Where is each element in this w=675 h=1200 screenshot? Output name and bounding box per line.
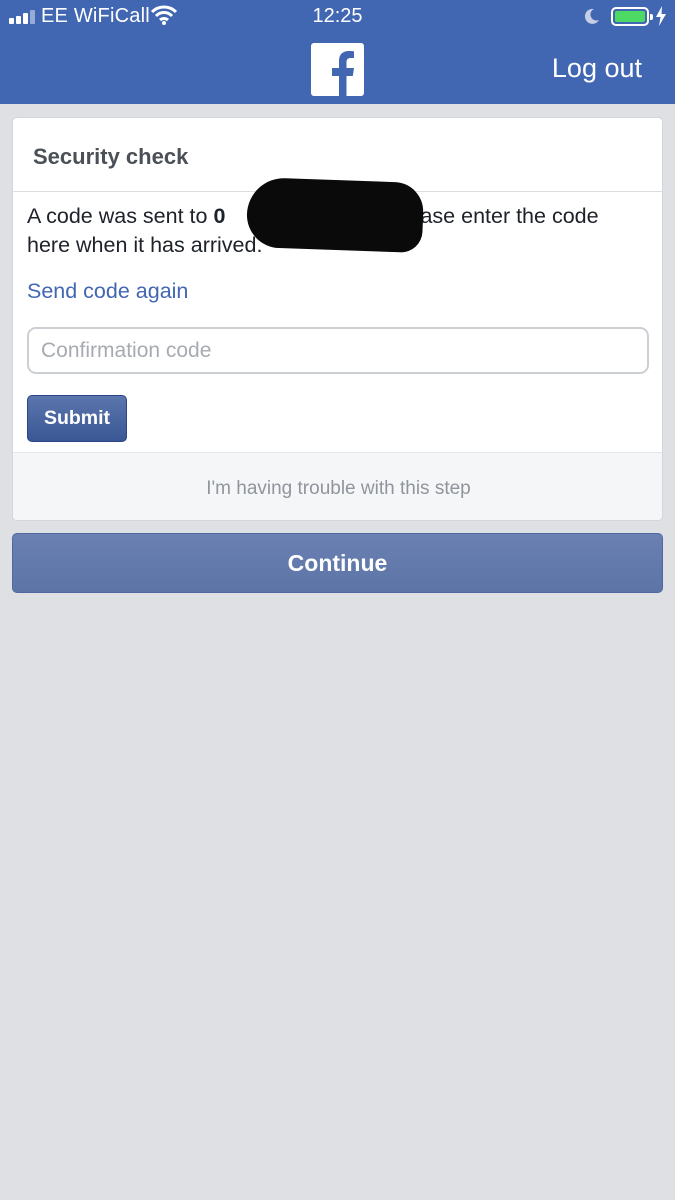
- security-check-card: Security check A code was sent to 0 Plea…: [12, 117, 663, 521]
- logout-link[interactable]: Log out: [552, 53, 642, 84]
- top-bar: EE WiFiCall 12:25 Log out: [0, 0, 675, 104]
- send-code-again-link[interactable]: Send code again: [27, 279, 188, 304]
- redaction-scribble: [245, 176, 425, 254]
- message-prefix: A code was sent to: [27, 204, 214, 228]
- submit-button[interactable]: Submit: [27, 395, 127, 442]
- card-title: Security check: [33, 144, 189, 169]
- status-bar: EE WiFiCall 12:25: [0, 0, 675, 34]
- battery-icon: [611, 7, 653, 26]
- do-not-disturb-moon-icon: [583, 7, 601, 30]
- confirmation-code-input[interactable]: [27, 327, 649, 374]
- trouble-link[interactable]: I'm having trouble with this step: [13, 478, 662, 500]
- message-phone-number: 0: [213, 204, 226, 228]
- charging-bolt-icon: [655, 6, 667, 31]
- status-time: 12:25: [312, 5, 363, 27]
- facebook-logo-icon[interactable]: [311, 43, 364, 96]
- continue-button[interactable]: Continue: [12, 533, 663, 593]
- card-footer: I'm having trouble with this step: [13, 452, 662, 520]
